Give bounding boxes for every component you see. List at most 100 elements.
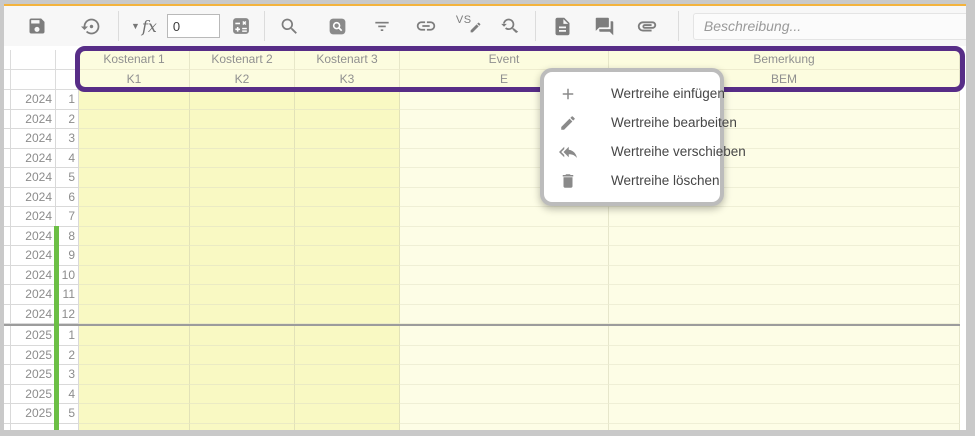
row-year-label[interactable]: 2024 — [11, 168, 56, 188]
data-cell-k1[interactable] — [79, 188, 190, 208]
data-cell-k1[interactable] — [79, 305, 190, 325]
row-number-label[interactable]: 3 — [56, 129, 79, 149]
data-cell-k1[interactable] — [79, 424, 190, 431]
data-cell-k1[interactable] — [79, 227, 190, 247]
data-cell-k2[interactable] — [190, 207, 295, 227]
menu-item[interactable]: Wertreihe bearbeiten — [544, 108, 720, 137]
row-number-label[interactable]: 5 — [56, 404, 79, 424]
row-number-label[interactable]: 10 — [56, 266, 79, 286]
data-cell-bem[interactable] — [609, 404, 960, 424]
search-box-button[interactable] — [325, 13, 351, 39]
column-header-k3[interactable]: Kostenart 3 — [295, 50, 400, 70]
row-year-label[interactable]: 2025 — [11, 365, 56, 385]
row-number-label[interactable]: 2 — [56, 346, 79, 366]
row-year-label[interactable]: 2025 — [11, 346, 56, 366]
data-cell-e[interactable] — [400, 246, 609, 266]
row-year-label[interactable]: 2024 — [11, 285, 56, 305]
data-cell-k3[interactable] — [295, 129, 400, 149]
document-button[interactable] — [550, 13, 576, 39]
column-code-header-k3[interactable]: K3 — [295, 70, 400, 90]
data-cell-k1[interactable] — [79, 168, 190, 188]
data-cell-k2[interactable] — [190, 385, 295, 405]
data-cell-k2[interactable] — [190, 305, 295, 325]
row-year-label[interactable]: 2024 — [11, 188, 56, 208]
data-cell-k2[interactable] — [190, 227, 295, 247]
data-cell-bem[interactable] — [609, 246, 960, 266]
data-cell-k3[interactable] — [295, 305, 400, 325]
row-year-label[interactable]: 2025 — [11, 385, 56, 405]
data-cell-e[interactable] — [400, 424, 609, 431]
data-cell-e[interactable] — [400, 207, 609, 227]
data-cell-bem[interactable] — [609, 326, 960, 346]
row-year-label[interactable]: 2025 — [11, 326, 56, 346]
data-cell-k2[interactable] — [190, 266, 295, 286]
data-cell-bem[interactable] — [609, 266, 960, 286]
data-cell-bem[interactable] — [609, 285, 960, 305]
row-number-label[interactable]: 4 — [56, 149, 79, 169]
filter-button[interactable] — [369, 13, 395, 39]
data-cell-k3[interactable] — [295, 188, 400, 208]
data-cell-k1[interactable] — [79, 266, 190, 286]
search-refresh-button[interactable] — [497, 13, 523, 39]
row-number-label[interactable]: 3 — [56, 365, 79, 385]
attachment-button[interactable] — [634, 13, 660, 39]
data-cell-k1[interactable] — [79, 326, 190, 346]
data-cell-k3[interactable] — [295, 266, 400, 286]
data-cell-e[interactable] — [400, 385, 609, 405]
data-cell-k1[interactable] — [79, 365, 190, 385]
row-number-label[interactable]: 2 — [56, 110, 79, 130]
search-button[interactable] — [277, 13, 303, 39]
column-header-e[interactable]: Event — [400, 50, 609, 70]
data-cell-k3[interactable] — [295, 110, 400, 130]
calculate-button[interactable] — [228, 13, 254, 39]
data-cell-k2[interactable] — [190, 246, 295, 266]
data-cell-k2[interactable] — [190, 188, 295, 208]
data-cell-k1[interactable] — [79, 149, 190, 169]
data-cell-k1[interactable] — [79, 110, 190, 130]
column-code-header-k2[interactable]: K2 — [190, 70, 295, 90]
data-cell-k3[interactable] — [295, 404, 400, 424]
data-cell-k2[interactable] — [190, 424, 295, 431]
link-button[interactable] — [413, 13, 439, 39]
value-input[interactable] — [167, 14, 220, 38]
row-year-label[interactable]: 2024 — [11, 266, 56, 286]
data-cell-k3[interactable] — [295, 365, 400, 385]
row-year-label[interactable]: 2024 — [11, 90, 56, 110]
row-number-label[interactable]: 12 — [56, 305, 79, 325]
data-cell-k2[interactable] — [190, 90, 295, 110]
data-cell-k3[interactable] — [295, 246, 400, 266]
data-cell-k3[interactable] — [295, 207, 400, 227]
data-cell-k1[interactable] — [79, 385, 190, 405]
row-number-label[interactable]: 1 — [56, 90, 79, 110]
row-year-label[interactable]: 2024 — [11, 207, 56, 227]
row-year-label[interactable]: 2024 — [11, 149, 56, 169]
data-cell-bem[interactable] — [609, 227, 960, 247]
data-cell-k3[interactable] — [295, 168, 400, 188]
data-cell-k3[interactable] — [295, 424, 400, 431]
formula-dropdown[interactable]: ▼ fx — [131, 17, 157, 36]
data-cell-k2[interactable] — [190, 285, 295, 305]
data-cell-e[interactable] — [400, 285, 609, 305]
data-cell-bem[interactable] — [609, 207, 960, 227]
data-cell-k2[interactable] — [190, 326, 295, 346]
column-header-k1[interactable]: Kostenart 1 — [79, 50, 190, 70]
data-cell-k3[interactable] — [295, 346, 400, 366]
data-cell-k1[interactable] — [79, 246, 190, 266]
history-button[interactable] — [78, 13, 104, 39]
data-cell-e[interactable] — [400, 266, 609, 286]
data-cell-k3[interactable] — [295, 326, 400, 346]
data-cell-e[interactable] — [400, 404, 609, 424]
data-cell-k1[interactable] — [79, 285, 190, 305]
row-year-label[interactable]: 2024 — [11, 227, 56, 247]
column-header-k2[interactable]: Kostenart 2 — [190, 50, 295, 70]
row-year-label[interactable] — [11, 424, 56, 431]
data-cell-k1[interactable] — [79, 207, 190, 227]
data-cell-k2[interactable] — [190, 404, 295, 424]
vs-edit-button[interactable]: VS — [455, 13, 483, 39]
row-number-label[interactable]: 9 — [56, 246, 79, 266]
data-cell-k2[interactable] — [190, 110, 295, 130]
data-cell-k2[interactable] — [190, 346, 295, 366]
row-year-label[interactable]: 2024 — [11, 129, 56, 149]
column-header-bem[interactable]: Bemerkung — [609, 50, 960, 70]
column-code-header-k1[interactable]: K1 — [79, 70, 190, 90]
